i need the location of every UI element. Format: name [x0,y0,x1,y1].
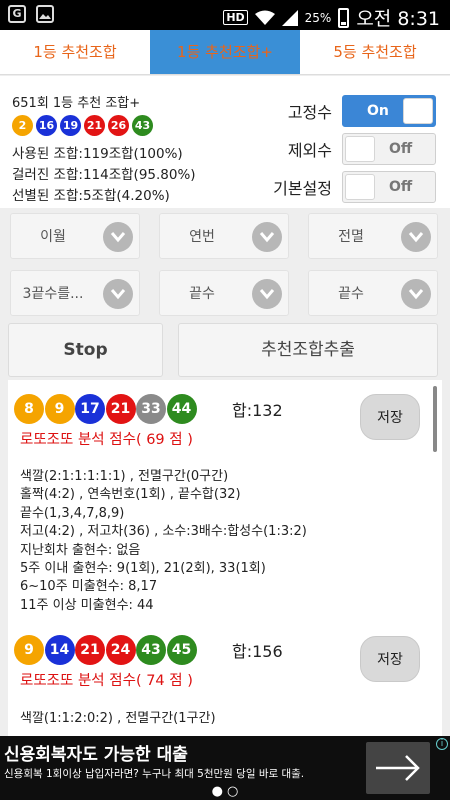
chevron-down-icon [252,222,282,252]
battery-percent: 25% [304,10,332,25]
consecutive-select[interactable]: 연번 [159,213,289,259]
selected-combos: 선별된 조합:5조합(4.20%) [12,188,170,204]
chevron-down-icon [103,279,133,309]
default-label: 기본설정 [273,179,332,198]
scrollbar[interactable] [433,386,437,452]
save-button[interactable]: 저장 [360,394,420,440]
info-panel: 651회 1등 추천 조합+ 2 16 19 21 26 43 사용된 조합:119조합(… [0,76,450,208]
ending-three-select[interactable]: 3끝수를... [10,270,140,316]
fixed-number-balls: 2 16 19 21 26 43 [12,115,153,136]
image-icon [36,5,54,23]
number-ball: 44 [166,394,197,424]
tab-first-prize[interactable]: 1등 추천조합 [0,30,150,74]
ending-select-2[interactable]: 끝수 [308,270,438,316]
number-ball: 2 [12,115,33,136]
number-ball: 9 [14,635,44,665]
hd-icon: HD [223,10,248,25]
sum-label: 합:132 [232,401,283,420]
notification-g-icon: G [8,5,26,23]
default-toggle-row: 기본설정 Off [266,171,436,203]
ad-banner[interactable]: 신용회복자도 가능한 대출 신용회복 1회이상 납입자라면? 누구나 최대 5천… [0,736,450,800]
number-ball: 21 [84,115,105,136]
clock: 오전 8:31 [356,8,440,30]
number-ball: 21 [105,394,136,424]
number-ball: 21 [75,635,105,665]
sum-label: 합:156 [232,642,283,661]
analysis-score: 로또조또 분석 점수( 74 점 ) [20,673,193,689]
filtered-combos: 걸러진 조합:114조합(95.80%) [12,167,196,183]
signal-icon [281,9,298,26]
number-ball: 9 [44,394,75,424]
round-title: 651회 1등 추천 조합+ [12,96,141,111]
carryover-select[interactable]: 이월 [10,213,140,259]
tab-fifth-prize[interactable]: 5등 추천조합 [300,30,450,74]
ad-page-dots: ● ○ [211,784,239,799]
ad-info-icon[interactable]: i [436,738,448,750]
wifi-icon [254,10,275,25]
analysis-score: 로또조또 분석 점수( 69 점 ) [20,432,193,448]
used-combos: 사용된 조합:119조합(100%) [12,146,183,162]
ending-select-1[interactable]: 끝수 [159,270,289,316]
number-ball: 17 [75,394,105,424]
exclude-label: 제외수 [287,141,332,160]
fixed-toggle-row: 고정수 On [266,95,436,127]
number-ball: 43 [136,635,166,665]
number-ball: 33 [136,394,166,424]
tab-first-prize-plus[interactable]: 1등 추천조합+ [150,30,300,74]
exclude-toggle-row: 제외수 Off [266,133,436,165]
chevron-down-icon [252,279,282,309]
results-list[interactable]: 8 9 17 21 33 44 합:132 로또조또 분석 점수( 69 점 ) 저장 색… [8,380,442,736]
status-bar: G HD 25% 오전 8:31 [0,0,450,30]
chevron-down-icon [103,222,133,252]
fixed-label: 고정수 [287,103,332,122]
number-ball: 43 [132,115,153,136]
exclude-toggle[interactable]: Off [342,133,436,165]
fixed-toggle[interactable]: On [342,95,436,127]
chevron-down-icon [401,222,431,252]
default-toggle[interactable]: Off [342,171,436,203]
number-ball: 16 [36,115,57,136]
number-ball: 19 [60,115,81,136]
stop-button[interactable]: Stop [8,323,163,377]
wipeout-select[interactable]: 전멸 [308,213,438,259]
number-ball: 26 [108,115,129,136]
tab-bar: 1등 추천조합 1등 추천조합+ 5등 추천조합 [0,30,450,75]
chevron-down-icon [401,279,431,309]
ad-title: 신용회복자도 가능한 대출 [4,745,188,765]
result-details: 색깔(2:1:1:1:1:1) , 전멸구간(0구간) 홀짝(4:2) , 연속… [20,469,307,613]
number-ball: 45 [166,635,197,665]
save-button[interactable]: 저장 [360,636,420,682]
result-details: 색깔(1:1:2:0:2) , 전멸구간(1구간) [20,711,216,726]
number-ball: 24 [105,635,136,665]
extract-button[interactable]: 추천조합추출 [178,323,438,377]
battery-icon [338,7,350,28]
ad-subtitle: 신용회복 1회이상 납입자라면? 누구나 최대 5천만원 당일 바로 대출. [4,768,305,780]
number-ball: 8 [14,394,44,424]
number-ball: 14 [44,635,75,665]
